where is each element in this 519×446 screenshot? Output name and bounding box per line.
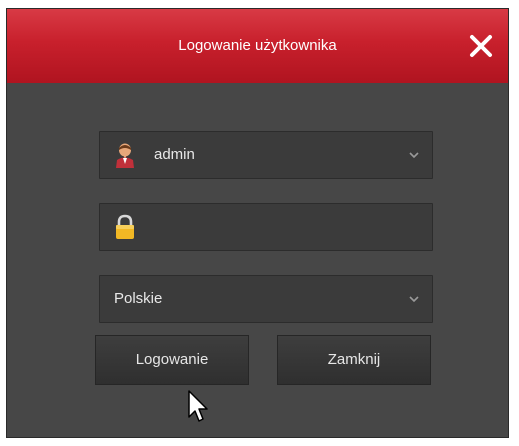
language-select[interactable]: Polskie (99, 275, 433, 323)
login-dialog: Logowanie użytkownika admin Polskie Logo… (6, 8, 509, 438)
dialog-titlebar: Logowanie użytkownika (7, 9, 508, 84)
username-value: admin (154, 146, 195, 163)
dialog-title: Logowanie użytkownika (178, 37, 337, 54)
mouse-cursor-icon (187, 389, 213, 425)
dialog-body: admin Polskie (7, 83, 508, 437)
username-select[interactable]: admin (99, 131, 433, 179)
language-value: Polskie (114, 290, 163, 307)
lock-icon (112, 214, 138, 240)
close-icon[interactable] (464, 29, 498, 63)
close-button[interactable]: Zamknij (277, 335, 431, 385)
user-icon (112, 142, 138, 168)
chevron-down-icon (408, 292, 420, 304)
login-button[interactable]: Logowanie (95, 335, 249, 385)
password-field[interactable] (99, 203, 433, 251)
password-input[interactable] (152, 210, 426, 246)
chevron-down-icon (408, 148, 420, 160)
